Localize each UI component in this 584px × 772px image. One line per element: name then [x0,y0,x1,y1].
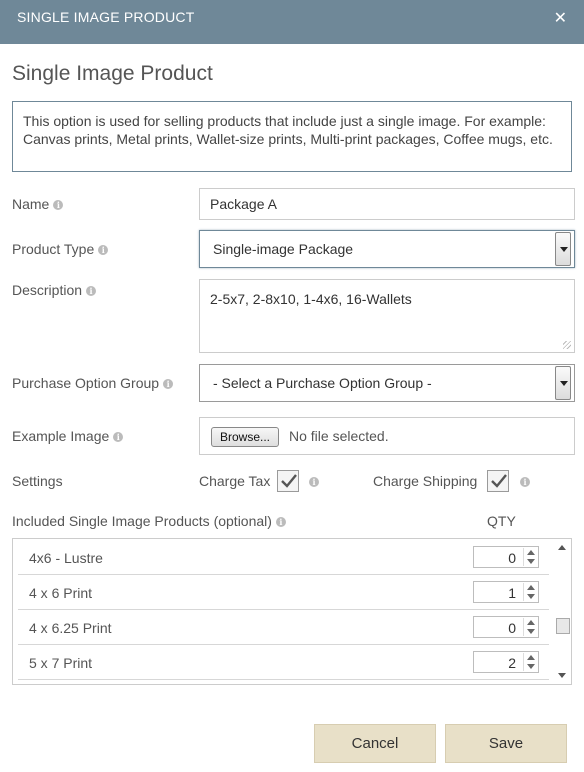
product-type-label-text: Product Type [12,241,95,257]
info-icon[interactable]: i [163,379,174,390]
product-type-select[interactable]: Single-image Package [199,230,575,268]
spinner-icon[interactable] [523,548,537,566]
dialog-title: SINGLE IMAGE PRODUCT [17,9,195,25]
example-image-label-text: Example Image [12,428,110,444]
product-name: 4 x 6.25 Print [29,620,112,636]
charge-tax-checkbox[interactable] [277,470,299,492]
description-value: 2-5x7, 2-8x10, 1-4x6, 16-Wallets [210,291,412,307]
spinner-icon[interactable] [523,653,537,671]
quantity-value: 0 [508,620,516,636]
table-row: 4x6 - Lustre 0 [18,540,549,575]
cancel-button[interactable]: Cancel [314,724,436,763]
purchase-option-group-label-text: Purchase Option Group [12,375,160,391]
example-image-label: Example Image i [12,428,124,444]
qty-header: QTY [487,513,516,529]
example-image-file-input[interactable]: Browse... No file selected. [199,417,575,455]
purchase-option-group-select[interactable]: - Select a Purchase Option Group - [199,364,575,402]
scroll-down-icon[interactable] [558,673,566,678]
product-name: 5 x 7 Print [29,655,93,671]
settings-label: Settings [12,473,63,489]
purchase-option-group-value: - Select a Purchase Option Group - [213,375,432,391]
scroll-up-icon[interactable] [558,545,566,550]
quantity-value: 2 [508,655,516,671]
purchase-option-group-label: Purchase Option Group i [12,375,174,391]
quantity-stepper[interactable]: 0 [473,546,539,568]
charge-shipping-checkbox[interactable] [487,470,509,492]
charge-shipping-label: Charge Shipping [373,473,478,489]
chevron-down-icon[interactable] [555,232,571,266]
checkmark-icon [491,474,507,488]
quantity-stepper[interactable]: 1 [473,581,539,603]
table-row: 5 x 7 Print 2 [18,645,549,680]
quantity-stepper[interactable]: 0 [473,616,539,638]
table-row: 4 x 6.25 Print 0 [18,610,549,645]
name-input[interactable]: Package A [199,188,575,220]
info-icon[interactable]: i [86,286,97,297]
included-products-label: Included Single Image Products (optional… [12,513,286,529]
resize-grip-icon[interactable] [563,341,571,349]
description-label: Description i [12,282,97,298]
info-icon[interactable]: i [53,200,64,211]
table-row: 4 x 6 Print 1 [18,575,549,610]
info-box: This option is used for selling products… [12,101,572,172]
spinner-icon[interactable] [523,583,537,601]
list-scrollbar[interactable] [553,539,571,684]
close-icon[interactable]: ✕ [554,8,567,28]
info-icon[interactable]: i [113,432,124,443]
name-input-value: Package A [210,196,277,212]
file-status: No file selected. [289,428,389,444]
info-icon[interactable]: i [98,245,109,256]
browse-button[interactable]: Browse... [211,427,280,447]
quantity-value: 0 [508,550,516,566]
included-products-label-text: Included Single Image Products (optional… [12,513,272,529]
info-icon[interactable]: i [275,517,286,528]
product-type-value: Single-image Package [213,241,354,257]
charge-tax-label: Charge Tax [199,473,271,489]
spinner-icon[interactable] [523,618,537,636]
dialog-titlebar: SINGLE IMAGE PRODUCT ✕ [0,0,584,44]
name-label-text: Name [12,196,50,212]
info-icon[interactable]: i [309,477,319,487]
info-text: This option is used for selling products… [23,113,553,147]
checkmark-icon [281,474,297,488]
included-products-list[interactable]: 4x6 - Lustre 0 4 x 6 Print 1 4 x 6.25 Pr… [12,538,572,685]
product-name: 4x6 - Lustre [29,550,103,566]
scroll-thumb[interactable] [556,618,570,634]
product-name: 4 x 6 Print [29,585,93,601]
page-title: Single Image Product [12,62,213,85]
quantity-value: 1 [508,585,516,601]
description-textarea[interactable]: 2-5x7, 2-8x10, 1-4x6, 16-Wallets [199,279,575,353]
product-type-label: Product Type i [12,241,109,257]
info-icon[interactable]: i [520,477,530,487]
save-button[interactable]: Save [445,724,567,763]
chevron-down-icon[interactable] [555,366,571,400]
quantity-stepper[interactable]: 2 [473,651,539,673]
description-label-text: Description [12,282,83,298]
name-label: Name i [12,196,64,212]
